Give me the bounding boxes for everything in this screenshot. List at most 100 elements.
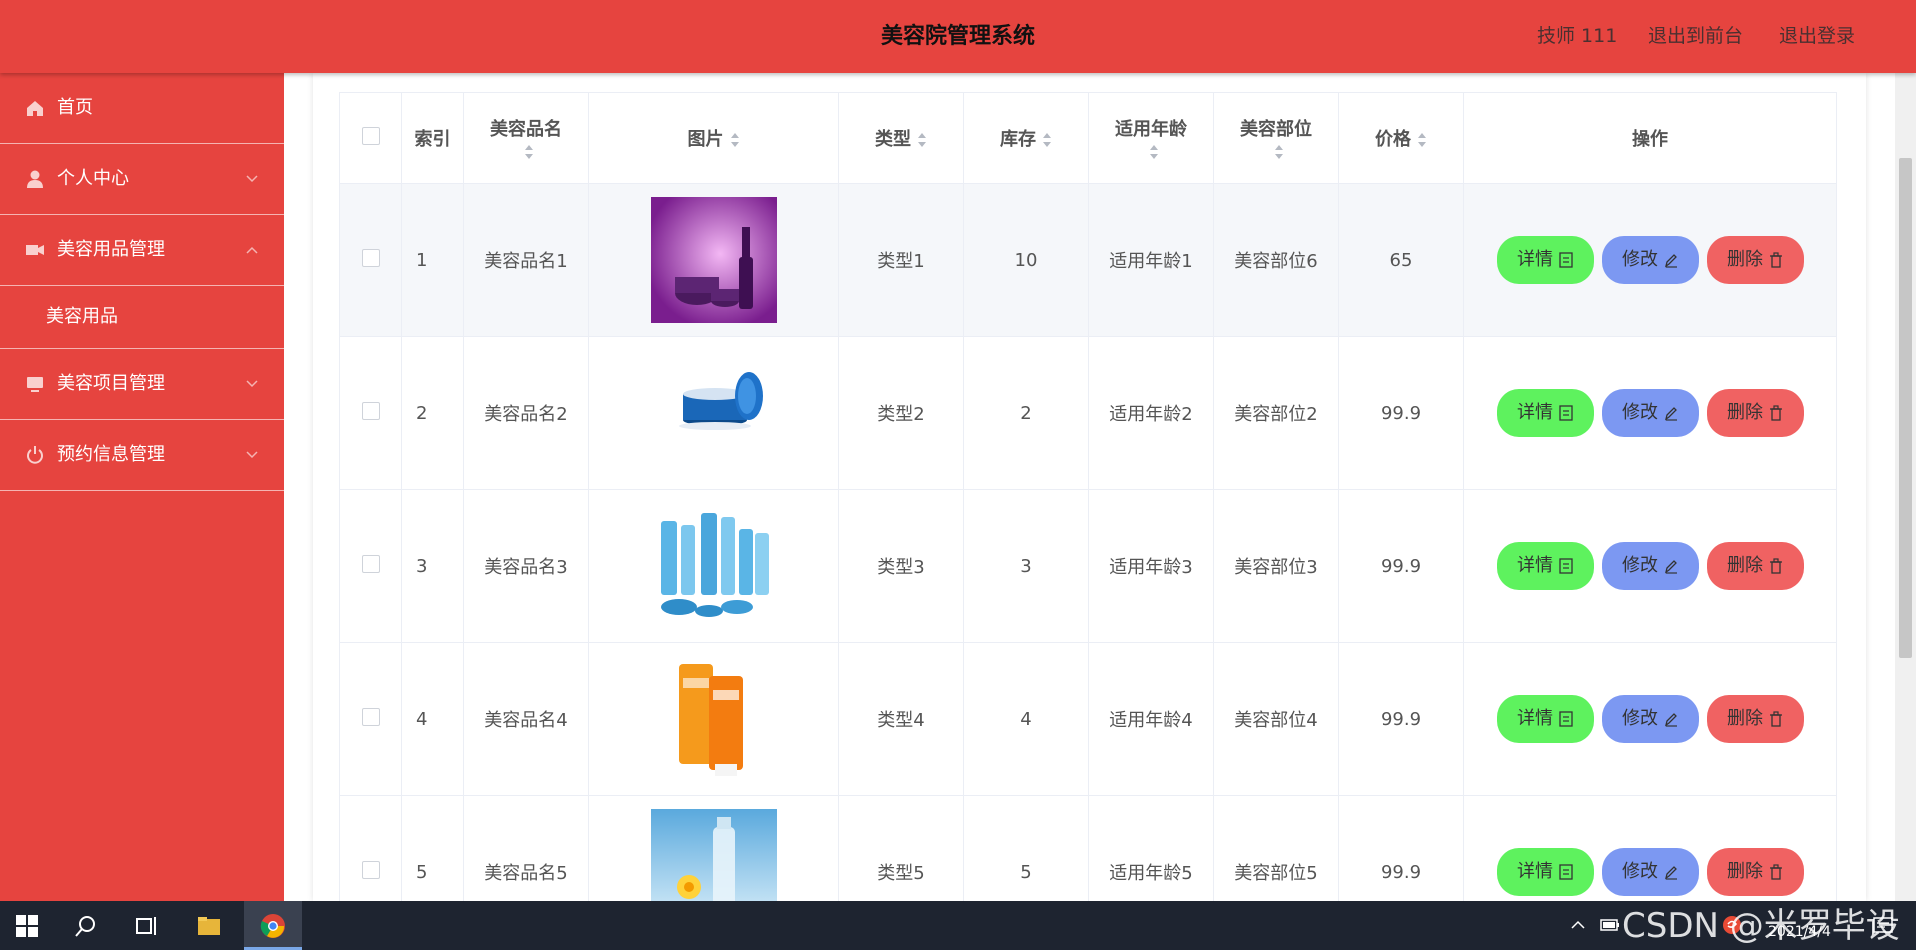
edit-button-label: 修改 xyxy=(1622,708,1658,729)
detail-button-label: 详情 xyxy=(1517,708,1553,729)
cosmetics-table: 索引 美容品名 图片 类型 库存 适用年龄 美容部位 价格 操作 1 美容品名1 类… xyxy=(339,92,1837,949)
row-product-name: 美容品名1 xyxy=(463,183,589,337)
sidebar: 首页 个人中心 美容用品管理 美容用品 美容项目管理 预约信息管理 xyxy=(0,73,284,901)
sort-icon[interactable] xyxy=(1149,144,1159,160)
sidebar-item-cosmetics-management[interactable]: 美容用品管理 xyxy=(0,215,284,286)
sidebar-item-label: 首页 xyxy=(57,97,93,118)
page-scrollbar[interactable] xyxy=(1895,73,1916,901)
table-row[interactable]: 4 美容品名4 类型4 4 适用年龄4 美容部位4 99.9 详情 修改 删除 xyxy=(339,642,1837,796)
column-header-type[interactable]: 类型 xyxy=(838,92,964,184)
sidebar-item-personal-center[interactable]: 个人中心 xyxy=(0,144,284,215)
row-age: 适用年龄1 xyxy=(1088,183,1214,337)
column-header-stock[interactable]: 库存 xyxy=(963,92,1089,184)
row-product-name: 美容品名3 xyxy=(463,489,589,643)
row-checkbox[interactable] xyxy=(361,401,380,420)
column-header-part[interactable]: 美容部位 xyxy=(1213,92,1339,184)
row-stock: 2 xyxy=(963,336,1089,490)
edit-button[interactable]: 修改 xyxy=(1601,695,1699,743)
row-checkbox[interactable] xyxy=(361,707,380,726)
power-icon xyxy=(27,446,43,464)
detail-button[interactable]: 详情 xyxy=(1496,542,1594,590)
row-select-cell[interactable] xyxy=(339,183,402,337)
row-part: 美容部位2 xyxy=(1213,336,1339,490)
row-image-cell xyxy=(588,183,839,337)
row-checkbox[interactable] xyxy=(361,860,380,879)
row-part: 美容部位4 xyxy=(1213,642,1339,796)
column-header-price[interactable]: 价格 xyxy=(1338,92,1464,184)
table-row[interactable]: 2 美容品名2 类型2 2 适用年龄2 美容部位2 99.9 详情 修改 删除 xyxy=(339,336,1837,490)
trash-icon xyxy=(1770,405,1782,421)
exit-to-front-link[interactable]: 退出到前台 xyxy=(1648,0,1743,73)
delete-button[interactable]: 删除 xyxy=(1706,542,1804,590)
select-all-cell[interactable] xyxy=(339,92,402,184)
top-header: 美容院管理系统 技师 111 退出到前台 退出登录 xyxy=(0,0,1916,73)
table-row[interactable]: 3 美容品名3 类型3 3 适用年龄3 美容部位3 99.9 详情 修改 删除 xyxy=(339,489,1837,643)
search-icon[interactable] xyxy=(73,913,99,939)
monitor-icon xyxy=(27,377,43,392)
sidebar-subitem-label: 美容用品 xyxy=(46,306,118,327)
sort-icon[interactable] xyxy=(917,132,927,148)
detail-button[interactable]: 详情 xyxy=(1496,389,1594,437)
pencil-icon xyxy=(1664,560,1677,574)
row-index: 1 xyxy=(401,183,464,337)
sort-icon[interactable] xyxy=(730,132,740,148)
row-select-cell[interactable] xyxy=(339,336,402,490)
edit-button[interactable]: 修改 xyxy=(1601,848,1699,896)
app-title: 美容院管理系统 xyxy=(880,24,1035,49)
column-header-name[interactable]: 美容品名 xyxy=(463,92,589,184)
logout-link[interactable]: 退出登录 xyxy=(1779,0,1855,73)
sidebar-subitem-cosmetics[interactable]: 美容用品 xyxy=(0,286,284,349)
detail-button[interactable]: 详情 xyxy=(1496,695,1594,743)
trash-icon xyxy=(1770,252,1782,268)
task-view-icon[interactable] xyxy=(133,913,159,939)
row-type: 类型2 xyxy=(838,336,964,490)
row-price: 99.9 xyxy=(1338,642,1464,796)
delete-button[interactable]: 删除 xyxy=(1706,389,1804,437)
scrollbar-thumb[interactable] xyxy=(1899,158,1912,658)
detail-button-label: 详情 xyxy=(1517,402,1553,423)
edit-button-label: 修改 xyxy=(1622,555,1658,576)
row-price: 99.9 xyxy=(1338,489,1464,643)
edit-button[interactable]: 修改 xyxy=(1601,542,1699,590)
edit-button[interactable]: 修改 xyxy=(1601,389,1699,437)
sidebar-item-beauty-project-management[interactable]: 美容项目管理 xyxy=(0,349,284,420)
column-header-age[interactable]: 适用年龄 xyxy=(1088,92,1214,184)
row-type: 类型1 xyxy=(838,183,964,337)
delete-button[interactable]: 删除 xyxy=(1706,236,1804,284)
edit-button[interactable]: 修改 xyxy=(1601,236,1699,284)
file-explorer-icon[interactable] xyxy=(196,913,222,939)
column-header-image[interactable]: 图片 xyxy=(588,92,839,184)
row-select-cell[interactable] xyxy=(339,489,402,643)
product-image xyxy=(650,503,777,629)
row-checkbox[interactable] xyxy=(361,554,380,573)
row-stock: 4 xyxy=(963,642,1089,796)
chevron-up-icon[interactable] xyxy=(1570,917,1586,933)
delete-button[interactable]: 删除 xyxy=(1706,695,1804,743)
table-row[interactable]: 1 美容品名1 类型1 10 适用年龄1 美容部位6 65 详情 修改 删除 xyxy=(339,183,1837,337)
sort-icon[interactable] xyxy=(524,144,534,160)
row-price: 99.9 xyxy=(1338,336,1464,490)
row-type: 类型4 xyxy=(838,642,964,796)
table-header-row: 索引 美容品名 图片 类型 库存 适用年龄 美容部位 价格 操作 xyxy=(339,92,1837,184)
sidebar-item-home[interactable]: 首页 xyxy=(0,73,284,144)
detail-button[interactable]: 详情 xyxy=(1496,848,1594,896)
sort-icon[interactable] xyxy=(1042,132,1052,148)
pencil-icon xyxy=(1664,866,1677,880)
csdn-watermark: CSDN @米罗毕设 xyxy=(1622,906,1900,946)
delete-button[interactable]: 删除 xyxy=(1706,848,1804,896)
select-all-checkbox[interactable] xyxy=(361,126,380,145)
row-age: 适用年龄3 xyxy=(1088,489,1214,643)
row-select-cell[interactable] xyxy=(339,642,402,796)
sidebar-item-appointment-management[interactable]: 预约信息管理 xyxy=(0,420,284,491)
sort-icon[interactable] xyxy=(1417,132,1427,148)
windows-start-icon[interactable] xyxy=(14,913,40,939)
detail-button[interactable]: 详情 xyxy=(1496,236,1594,284)
row-actions: 详情 修改 删除 xyxy=(1463,336,1837,490)
chrome-icon[interactable] xyxy=(260,913,286,939)
battery-icon[interactable] xyxy=(1600,917,1620,933)
sort-icon[interactable] xyxy=(1274,144,1284,160)
row-checkbox[interactable] xyxy=(361,248,380,267)
sidebar-item-label: 个人中心 xyxy=(57,168,129,189)
row-actions: 详情 修改 删除 xyxy=(1463,642,1837,796)
pencil-icon xyxy=(1664,713,1677,727)
